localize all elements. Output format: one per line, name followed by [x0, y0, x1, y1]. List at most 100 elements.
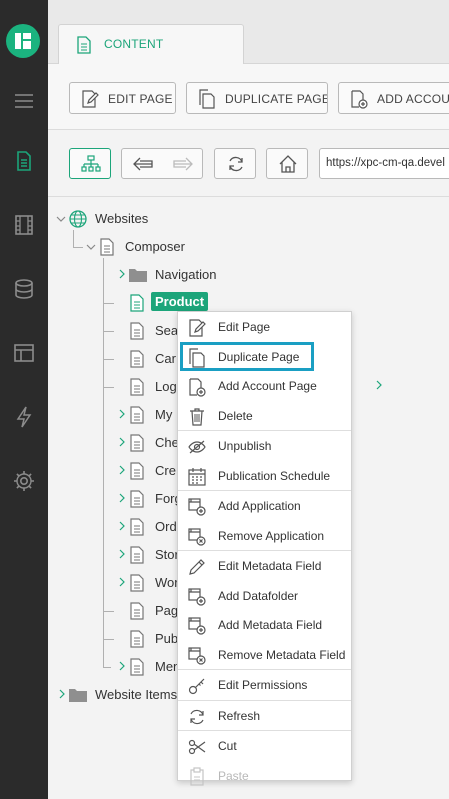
context-menu-item[interactable]: Edit Permissions: [178, 670, 351, 699]
page-icon: [130, 434, 144, 452]
app-logo-icon[interactable]: [6, 24, 40, 58]
refresh-button[interactable]: [214, 148, 256, 179]
page-icon: [130, 658, 144, 676]
lightning-icon[interactable]: [12, 405, 36, 429]
scissors-icon: [187, 737, 207, 762]
pencil-icon: [187, 557, 207, 582]
chevron-right-icon[interactable]: [58, 689, 66, 699]
tree-label: Product: [151, 292, 209, 311]
context-menu-item[interactable]: Unpublish: [178, 431, 351, 460]
tree-guide: [104, 639, 114, 640]
key-icon: [187, 676, 207, 701]
context-menu-item[interactable]: Duplicate Page: [180, 342, 314, 371]
page-icon: [130, 574, 144, 592]
context-menu-item[interactable]: Edit Page: [178, 312, 351, 341]
database-icon[interactable]: [12, 277, 36, 301]
tree-node[interactable]: Navigation: [116, 264, 246, 286]
remove-metadata-icon: [187, 646, 207, 671]
duplicate-page-label: DUPLICATE PAGE: [225, 92, 328, 106]
add-application-icon: [187, 497, 207, 522]
trash-icon: [187, 407, 207, 432]
context-menu-item[interactable]: Remove Metadata Field: [178, 640, 351, 669]
page-icon: [130, 462, 144, 480]
url-field[interactable]: https://xpc-cm-qa.devel: [319, 148, 449, 179]
chevron-right-icon[interactable]: [118, 409, 126, 419]
tree-label: Pub: [155, 631, 179, 646]
folder-icon: [69, 689, 87, 702]
chevron-right-icon[interactable]: [118, 549, 126, 559]
tree-label: Car: [155, 351, 176, 366]
refresh-icon: [187, 707, 207, 732]
tab-content[interactable]: CONTENT: [58, 24, 244, 65]
context-menu-label: Cut: [218, 739, 237, 753]
context-menu-item[interactable]: Delete: [178, 401, 351, 430]
edit-page-button[interactable]: EDIT PAGE: [69, 82, 176, 114]
tree-label: My: [155, 407, 173, 422]
history-nav-group: [121, 148, 203, 179]
context-menu-label: Duplicate Page: [218, 350, 300, 364]
gear-icon[interactable]: [12, 469, 36, 493]
context-menu-item[interactable]: Edit Metadata Field: [178, 551, 351, 580]
tree-guide: [103, 667, 111, 668]
chevron-down-icon[interactable]: [56, 215, 66, 223]
duplicate-page-button[interactable]: DUPLICATE PAGE: [186, 82, 328, 114]
document-icon[interactable]: [12, 149, 36, 173]
context-menu-item[interactable]: Remove Application: [178, 521, 351, 550]
context-menu-label: Unpublish: [218, 439, 272, 453]
context-menu-label: Remove Metadata Field: [218, 648, 346, 662]
add-account-page-button[interactable]: ADD ACCOUN: [338, 82, 449, 114]
page-icon: [130, 630, 144, 648]
context-menu-label: Edit Page: [218, 320, 271, 334]
context-menu-item[interactable]: Add Metadata Field: [178, 610, 351, 639]
page-icon: [130, 490, 144, 508]
home-button[interactable]: [266, 148, 308, 179]
layout-icon[interactable]: [12, 341, 36, 365]
context-menu-item[interactable]: Cut: [178, 731, 351, 760]
tree-node-websites[interactable]: Websites: [56, 208, 256, 230]
menu-icon[interactable]: [12, 89, 36, 113]
back-arrow-icon[interactable]: [132, 156, 154, 172]
page-icon: [130, 602, 144, 620]
add-account-label: ADD ACCOUN: [377, 92, 449, 106]
chevron-right-icon[interactable]: [118, 465, 126, 475]
context-menu-item[interactable]: Refresh: [178, 701, 351, 730]
tree-guide: [104, 331, 114, 332]
tree-label: Navigation: [155, 267, 217, 282]
forward-arrow-icon[interactable]: [172, 156, 194, 172]
page-icon: [130, 406, 144, 424]
context-menu-item[interactable]: Add Account Page: [178, 371, 382, 402]
context-menu-label: Add Datafolder: [218, 589, 299, 603]
tree-label: Log: [155, 379, 177, 394]
film-icon[interactable]: [12, 213, 36, 237]
globe-icon: [69, 210, 87, 228]
context-menu-label: Publication Schedule: [218, 469, 331, 483]
tree-label: Ord: [155, 519, 177, 534]
page-icon: [130, 350, 144, 368]
chevron-right-icon[interactable]: [118, 493, 126, 503]
context-menu-item[interactable]: Add Datafolder: [178, 581, 351, 610]
navigation-bar: https://xpc-cm-qa.devel: [48, 131, 449, 197]
context-menu-label: Edit Metadata Field: [218, 559, 322, 573]
edit-page-icon: [80, 89, 100, 113]
document-icon: [77, 36, 91, 59]
edit-page-icon: [187, 318, 207, 343]
tree-node-composer[interactable]: Composer: [86, 236, 286, 258]
chevron-right-icon[interactable]: [118, 521, 126, 531]
chevron-right-icon[interactable]: [118, 269, 126, 279]
chevron-right-icon[interactable]: [118, 661, 126, 671]
folder-icon: [129, 269, 147, 282]
chevron-right-icon[interactable]: [118, 577, 126, 587]
chevron-right-icon: [376, 380, 382, 390]
context-menu-label: Add Application: [218, 499, 301, 513]
chevron-down-icon[interactable]: [86, 243, 96, 251]
chevron-right-icon[interactable]: [118, 437, 126, 447]
add-page-icon: [187, 377, 207, 402]
tree-label: Sea: [155, 323, 179, 338]
add-metadata-icon: [187, 616, 207, 641]
context-menu-label: Remove Application: [218, 529, 325, 543]
page-icon: [130, 294, 144, 312]
sitemap-button[interactable]: [69, 148, 111, 179]
add-datafolder-icon: [187, 587, 207, 612]
context-menu-item[interactable]: Publication Schedule: [178, 461, 351, 490]
context-menu-item[interactable]: Add Application: [178, 491, 351, 520]
